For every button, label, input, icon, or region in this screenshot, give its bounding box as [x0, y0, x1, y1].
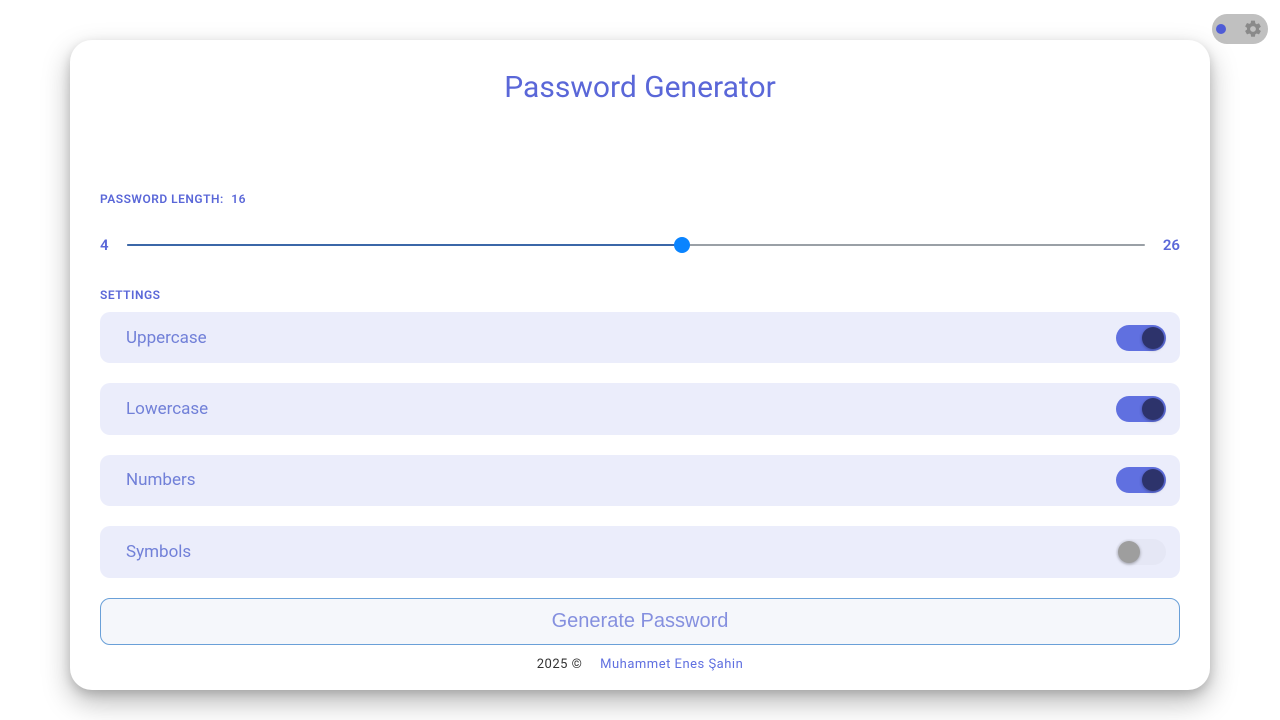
length-slider-row: 4 26	[100, 236, 1180, 254]
toggle-knob	[1118, 541, 1140, 563]
toggle-lowercase[interactable]	[1116, 396, 1166, 422]
setting-symbols-label: Symbols	[126, 542, 191, 562]
setting-symbols: Symbols	[100, 526, 1180, 577]
slider-max: 26	[1163, 236, 1180, 254]
slider-fill	[127, 244, 682, 246]
length-label-text: PASSWORD LENGTH:	[100, 192, 224, 206]
main-card: Password Generator PASSWORD LENGTH: 16 4…	[70, 40, 1210, 690]
page-title: Password Generator	[100, 70, 1180, 105]
toggle-knob	[1142, 469, 1164, 491]
toggle-symbols[interactable]	[1116, 539, 1166, 565]
slider-min: 4	[100, 236, 109, 254]
toggle-uppercase[interactable]	[1116, 325, 1166, 351]
toggle-knob	[1142, 327, 1164, 349]
setting-numbers: Numbers	[100, 455, 1180, 506]
footer: 2025 © Muhammet Enes Şahin	[100, 657, 1180, 672]
slider-thumb[interactable]	[674, 237, 690, 253]
setting-uppercase-label: Uppercase	[126, 328, 207, 348]
toggle-numbers[interactable]	[1116, 467, 1166, 493]
generate-password-button[interactable]: Generate Password	[100, 598, 1180, 645]
footer-author-link[interactable]: Muhammet Enes Şahin	[600, 657, 743, 672]
toggle-knob	[1142, 398, 1164, 420]
settings-heading: SETTINGS	[100, 288, 1180, 302]
setting-uppercase: Uppercase	[100, 312, 1180, 363]
length-value: 16	[231, 192, 246, 206]
setting-numbers-label: Numbers	[126, 470, 196, 490]
theme-toggle[interactable]	[1212, 14, 1268, 44]
gear-icon	[1242, 18, 1264, 40]
theme-indicator-dot	[1216, 24, 1226, 34]
password-length-label: PASSWORD LENGTH: 16	[100, 192, 1180, 206]
setting-lowercase: Lowercase	[100, 383, 1180, 434]
setting-lowercase-label: Lowercase	[126, 399, 208, 419]
length-slider[interactable]	[127, 237, 1145, 253]
footer-copyright: 2025 ©	[537, 657, 583, 672]
